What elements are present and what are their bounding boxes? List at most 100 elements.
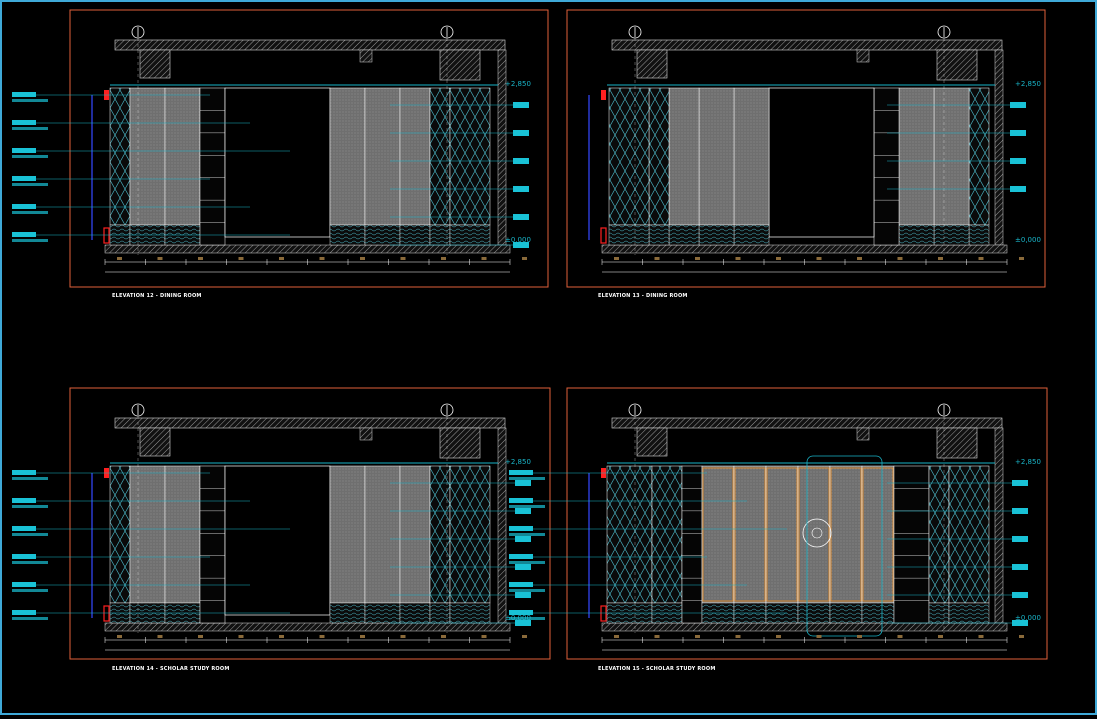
wall-panel: [698, 87, 735, 226]
skirting: [698, 224, 735, 246]
dimension-value: [279, 257, 284, 260]
dimension-value: [938, 257, 943, 260]
annotation-note: [12, 99, 48, 102]
beam-small: [856, 427, 870, 441]
wall-panel: [733, 87, 770, 226]
beam-small: [359, 427, 373, 441]
skirting: [329, 602, 366, 624]
elevation-panel-13: +2,850 ±0,000: [566, 9, 1046, 288]
red-marker-box: [103, 227, 110, 244]
annotation-tag: [12, 526, 36, 531]
dimension-value: [1019, 257, 1024, 260]
elevation-panel-12: +2,850±0,000: [12, 9, 549, 288]
annotation-tag: [509, 526, 533, 531]
annotation-tag-right: [515, 536, 531, 542]
panel-title-elevation-14: ELEVATION 14 - SCHOLAR STUDY ROOM: [112, 666, 230, 672]
annotation-tag: [12, 120, 36, 125]
dimension-value: [522, 635, 527, 638]
dimension-value: [816, 257, 822, 260]
dimension-value: [735, 257, 741, 260]
wall-panel: [164, 465, 201, 604]
dimension-value: [978, 635, 984, 638]
skirting: [733, 224, 770, 246]
skirting: [329, 224, 366, 246]
dimension-value: [400, 635, 406, 638]
dimension-value: [695, 635, 700, 638]
ceiling-slab: [611, 39, 1003, 51]
dimension-value: [776, 257, 781, 260]
annotation-note: [12, 561, 48, 564]
wall-panel: [399, 465, 431, 604]
annotation-note: [509, 505, 545, 508]
annotation-tag-right: [1012, 508, 1028, 514]
glass-panel: [608, 87, 650, 226]
wall-panel: [701, 465, 735, 604]
skirting: [399, 602, 431, 624]
skirting: [968, 224, 990, 246]
skirting: [898, 224, 935, 246]
annotation-note: [12, 533, 48, 536]
beam-left: [636, 49, 668, 79]
annotation-tag: [12, 148, 36, 153]
dimension-value: [614, 257, 619, 260]
dimension-value: [157, 635, 163, 638]
skirting: [861, 602, 895, 624]
skirting: [668, 224, 700, 246]
annotation-tag-right: [515, 620, 531, 626]
wall-panel: [129, 465, 166, 604]
wall-panel: [329, 87, 366, 226]
dimension-value: [695, 257, 700, 260]
open-shelf: [681, 465, 703, 624]
glass-panel: [651, 465, 683, 604]
skirting: [948, 602, 990, 624]
elevation-panel-14: +2,850±0,000: [12, 387, 551, 660]
beam-small: [359, 49, 373, 63]
dimension-value: [238, 257, 244, 260]
annotation-tag-right: [513, 186, 529, 192]
beam-right: [439, 427, 481, 459]
annotation-note: [12, 617, 48, 620]
wall-right: [994, 427, 1004, 624]
dimension-value: [522, 257, 527, 260]
glass-panel: [606, 465, 653, 604]
wall-panel: [164, 87, 201, 226]
wall-panel: [765, 465, 799, 604]
floor-slab: [601, 622, 1008, 632]
dimension-value: [857, 635, 862, 638]
dimension-value: [897, 635, 903, 638]
wall-right: [994, 49, 1004, 246]
annotation-tag: [509, 554, 533, 559]
dimension-value: [441, 257, 446, 260]
annotation-tag: [509, 582, 533, 587]
annotation-note: [509, 617, 545, 620]
red-marker-box: [600, 605, 607, 622]
level-mark-top: +2,850: [1015, 80, 1041, 88]
annotation-tag-right: [515, 592, 531, 598]
red-marker-box: [103, 605, 110, 622]
beam-left: [139, 49, 171, 79]
wall-panel: [399, 87, 431, 226]
skirting: [364, 224, 401, 246]
annotation-note: [12, 477, 48, 480]
dimension-value: [360, 635, 365, 638]
annotation-tag: [509, 498, 533, 503]
dimension-value: [441, 635, 446, 638]
beam-left: [636, 427, 668, 457]
dimension-value: [279, 635, 284, 638]
skirting: [648, 224, 670, 246]
annotation-tag-right: [513, 102, 529, 108]
annotation-tag-right: [1012, 620, 1028, 626]
floor-slab: [104, 244, 511, 254]
level-mark-floor: ±0,000: [1015, 236, 1041, 244]
dimension-value: [198, 635, 203, 638]
doorway: [224, 87, 331, 238]
level-mark-top: +2,850: [505, 80, 531, 88]
open-shelf: [199, 465, 226, 624]
dimension-value: [857, 257, 862, 260]
annotation-tag-right: [513, 130, 529, 136]
ceiling-slab: [611, 417, 1003, 429]
glass-panel: [109, 87, 131, 226]
dimension-value: [816, 635, 822, 638]
glass-panel: [968, 87, 990, 226]
panel-title-elevation-13: ELEVATION 13 - DINING ROOM: [598, 293, 688, 299]
